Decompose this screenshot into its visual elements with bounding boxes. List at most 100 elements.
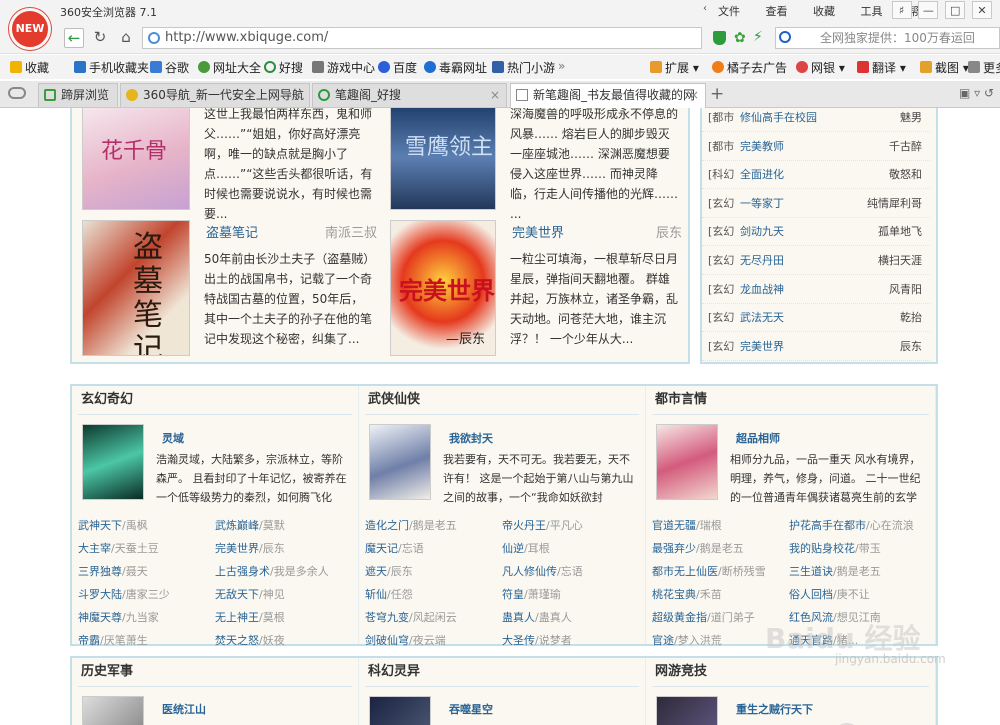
book-list-item[interactable]: 无敌天下/神见 [215,583,285,606]
book-list-item[interactable]: 斩仙/任怨 [365,583,413,606]
book-link[interactable]: 武炼巅峰 [215,519,259,532]
ranking-title-link[interactable]: 修仙高手在校园 [740,108,817,132]
book-list-item[interactable]: 帝霸/厌笔萧生 [78,629,148,652]
book-link[interactable]: 官途 [652,634,674,647]
book-list-item[interactable]: 无上神王/莫根 [215,606,285,629]
book-link[interactable]: 凡人修仙传 [502,565,557,578]
book-list-item[interactable]: 三界独尊/聂天 [78,560,148,583]
ranking-row[interactable]: [玄幻 龙血战神 风青阳 [702,276,930,304]
book-list-item[interactable]: 蛊真人/蛊真人 [502,606,572,629]
ext-adblock[interactable]: 橘子去广告 [712,59,787,76]
book-link[interactable]: 桃花宝典 [652,588,696,601]
book-link[interactable]: 三界独尊 [78,565,122,578]
new-tab-button[interactable]: + [710,84,724,104]
book-list-item[interactable]: 焚天之怒/妖夜 [215,629,285,652]
book-link[interactable]: 无敌天下 [215,588,259,601]
book-link[interactable]: 三生道诀 [789,565,833,578]
lightning-icon[interactable]: ⚡ [753,29,763,45]
book-title[interactable]: 盗墓笔记 [206,222,258,241]
ranking-title-link[interactable]: 全面进化 [740,161,784,189]
ext-screenshot[interactable]: 截图 ▾ [920,59,969,76]
book-link[interactable]: 苍穹九变 [365,611,409,624]
book-list-item[interactable]: 三生道诀/鹅是老五 [789,560,881,583]
recycle-icon[interactable]: ✿ [734,30,746,46]
book-cover-daomu[interactable]: 盗墓笔记 [82,220,190,356]
ranking-row[interactable]: [玄幻 无尽丹田 横扫天涯 [702,247,930,275]
book-link[interactable]: 帝火丹王 [502,519,546,532]
ranking-row[interactable]: [都市 完美教师 千古醉 [702,133,930,161]
book-list-item[interactable]: 大主宰/天蚕土豆 [78,537,159,560]
book-list-item[interactable]: 大圣传/说梦者 [502,629,572,652]
ext-bank[interactable]: 网银 ▾ [796,59,845,76]
tab-biquge[interactable]: 新笔趣阁_书友最值得收藏的网 × [510,83,706,109]
book-list-item[interactable]: 帝火丹王/平凡心 [502,514,583,537]
book-link[interactable]: 无上神王 [215,611,259,624]
ranking-title-link[interactable]: 武法无天 [740,304,784,332]
book-list-item[interactable]: 遮天/辰东 [365,560,413,583]
close-tab-icon[interactable]: × [689,84,699,106]
book-list-item[interactable]: 符皇/萧瑾瑜 [502,583,561,606]
ranking-title-link[interactable]: 龙血战神 [740,276,784,304]
ranking-title-link[interactable]: 剑动九天 [740,218,784,246]
menu-view[interactable]: 查看 [766,3,788,19]
book-link[interactable]: 神魔天尊 [78,611,122,624]
bookmark-mobile[interactable]: 手机收藏夹 [74,59,149,76]
shield-icon[interactable] [713,31,726,45]
feature-cover[interactable] [656,424,718,500]
home-button[interactable]: ⌂ [116,28,136,48]
book-list-item[interactable]: 苍穹九变/风起闲云 [365,606,457,629]
feature-cover[interactable] [369,424,431,500]
book-link[interactable]: 焚天之怒 [215,634,259,647]
more-bookmarks-icon[interactable]: » [558,59,565,73]
bookmark-favorites[interactable]: 收藏 [10,59,49,76]
book-link[interactable]: 俗人回档 [789,588,833,601]
ext-translate[interactable]: 翻译 ▾ [857,59,906,76]
feature-title-link[interactable]: 我欲封天 [449,430,493,446]
book-link[interactable]: 帝霸 [78,634,100,647]
book-link[interactable]: 超级黄金指 [652,611,707,624]
book-list-item[interactable]: 武神天下/禹枫 [78,514,148,537]
back-button[interactable]: ← [64,28,84,48]
book-link[interactable]: 我的贴身校花 [789,542,855,555]
book-link[interactable]: 符皇 [502,588,524,601]
book-list-item[interactable]: 超级黄金指/道门弟子 [652,606,755,629]
book-link[interactable]: 上古强身术 [215,565,270,578]
tab-360-nav[interactable]: 360导航_新一代安全上网导航 × [120,83,310,107]
close-tab-icon[interactable]: × [490,84,500,106]
book-link[interactable]: 魔天记 [365,542,398,555]
book-link[interactable]: 都市无上仙医 [652,565,718,578]
book-link[interactable]: 大主宰 [78,542,111,555]
ranking-row[interactable]: [科幻 全面进化 敬怒和 [702,161,930,190]
ranking-title-link[interactable]: 无尽丹田 [740,247,784,275]
ranking-title-link[interactable]: 一等家丁 [740,190,784,218]
cloud-icon[interactable] [8,87,26,99]
menu-file[interactable]: 文件 [718,3,740,19]
ext-extensions[interactable]: 扩展 ▾ [650,59,699,76]
book-list-item[interactable]: 上古强身术/我是多余人 [215,560,329,583]
ranking-title-link[interactable]: 完美世界 [740,333,784,361]
ranking-row[interactable]: [玄幻 武法无天 乾抬 [702,304,930,333]
close-tab-icon[interactable]: × [293,84,303,106]
search-icon[interactable] [779,31,791,43]
book-list-item[interactable]: 最强弃少/鹅是老五 [652,537,744,560]
feature-cover[interactable] [656,696,718,725]
book-link[interactable]: 武神天下 [78,519,122,532]
maximize-button[interactable]: □ [945,1,966,19]
ranking-row[interactable]: [都市 修仙高手在校园 魅男 [702,108,930,132]
ranking-row[interactable]: [玄幻 剑动九天 孤单地飞 [702,218,930,247]
tab-split-screen[interactable]: 蹄屏浏览 [38,83,118,107]
ranking-row[interactable]: [玄幻 一等家丁 纯情犀利哥 [702,190,930,218]
bookmark-minigames[interactable]: 热门小游 [492,59,555,76]
bookmark-haosou[interactable]: 好搜 [264,59,303,76]
book-link[interactable]: 斗罗大陆 [78,588,122,601]
ranking-title-link[interactable]: 完美教师 [740,133,784,161]
bookmark-games[interactable]: 游戏中心 [312,59,375,76]
bookmark-nav[interactable]: 网址大全 [198,59,261,76]
feature-title-link[interactable]: 超品相师 [736,430,780,446]
menu-tools[interactable]: 工具 [861,3,883,19]
book-link[interactable]: 官道无疆 [652,519,696,532]
category-heading[interactable]: 历史军事 [72,658,133,686]
feature-cover[interactable] [369,696,431,725]
category-heading[interactable]: 玄幻奇幻 [72,386,133,414]
book-link[interactable]: 剑破仙穹 [365,634,409,647]
